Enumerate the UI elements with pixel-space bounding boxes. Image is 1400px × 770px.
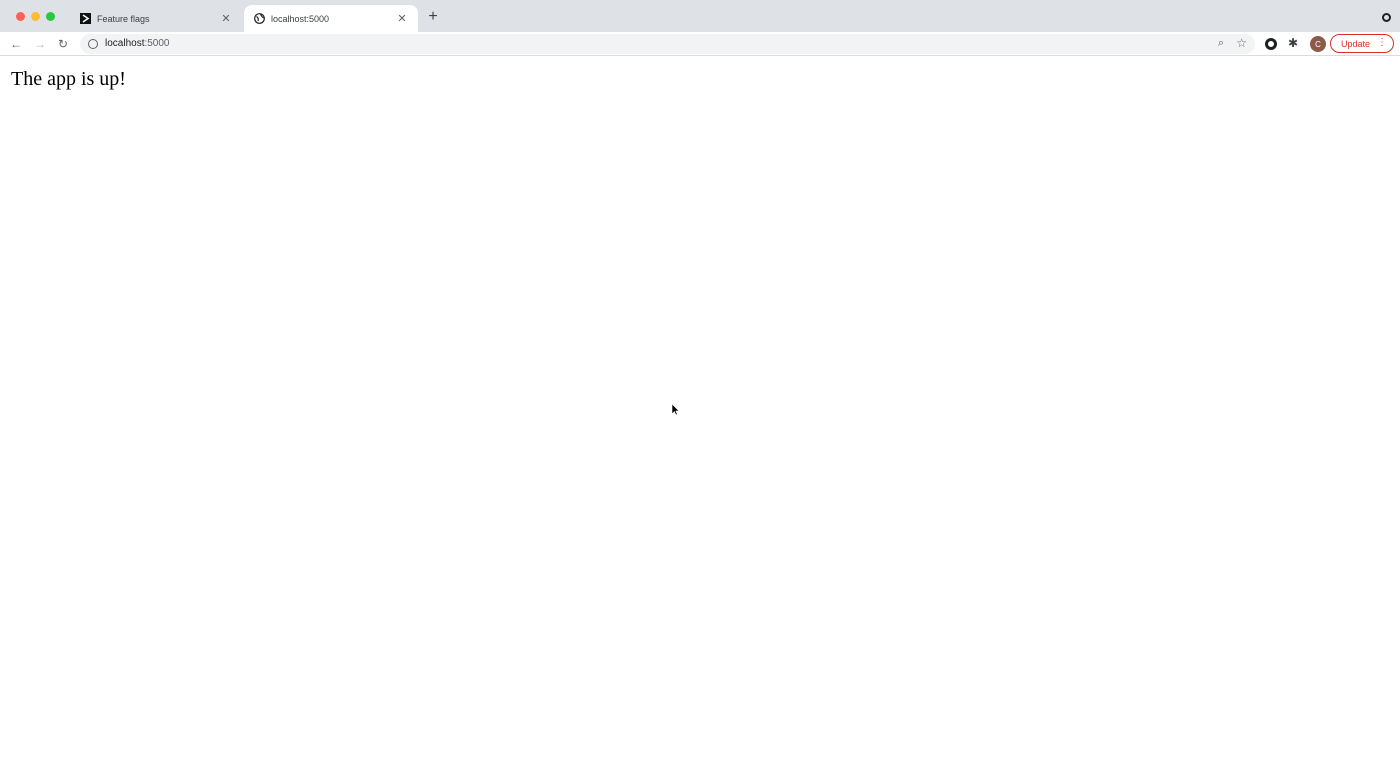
extension-icon[interactable]: [1265, 38, 1277, 50]
page-content: The app is up!: [0, 57, 1400, 770]
site-info-icon[interactable]: [88, 39, 98, 49]
launchdarkly-icon: [80, 13, 91, 24]
maximize-window-button[interactable]: [46, 12, 55, 21]
new-tab-button[interactable]: +: [425, 9, 441, 25]
tab-feature-flags[interactable]: Feature flags ✕: [70, 5, 242, 32]
extensions-puzzle-icon[interactable]: ✱: [1288, 36, 1298, 50]
url-port: :5000: [144, 38, 170, 49]
tab-title: localhost:5000: [271, 13, 330, 24]
close-tab-icon[interactable]: ✕: [396, 13, 408, 25]
profile-avatar[interactable]: C: [1310, 36, 1326, 52]
tab-search-icon[interactable]: [1382, 13, 1391, 22]
page-message: The app is up!: [11, 68, 126, 90]
address-bar[interactable]: localhost:5000 ⌕ ☆: [80, 34, 1255, 54]
zoom-icon[interactable]: ⌕: [1218, 37, 1224, 50]
globe-icon: [254, 13, 265, 24]
browser-window: Feature flags ✕ localhost:5000 ✕ + ← → ↻…: [0, 0, 1400, 770]
back-button[interactable]: ←: [8, 36, 24, 52]
reload-button[interactable]: ↻: [55, 36, 71, 52]
url-host: localhost: [105, 38, 145, 49]
address-bar-url: localhost:5000: [105, 38, 170, 49]
forward-button[interactable]: →: [32, 36, 48, 52]
minimize-window-button[interactable]: [31, 12, 40, 21]
update-button[interactable]: Update ⋮: [1330, 34, 1394, 53]
close-tab-icon[interactable]: ✕: [220, 13, 232, 25]
close-window-button[interactable]: [16, 12, 25, 21]
tab-strip: Feature flags ✕ localhost:5000 ✕ +: [0, 0, 1400, 32]
update-label: Update: [1341, 38, 1371, 49]
browser-toolbar: ← → ↻ localhost:5000 ⌕ ☆ ✱ C Update ⋮: [0, 32, 1400, 56]
tab-title: Feature flags: [97, 13, 150, 24]
tab-localhost[interactable]: localhost:5000 ✕: [244, 5, 418, 32]
bookmark-star-icon[interactable]: ☆: [1236, 36, 1247, 50]
more-menu-icon[interactable]: ⋮: [1377, 37, 1387, 48]
